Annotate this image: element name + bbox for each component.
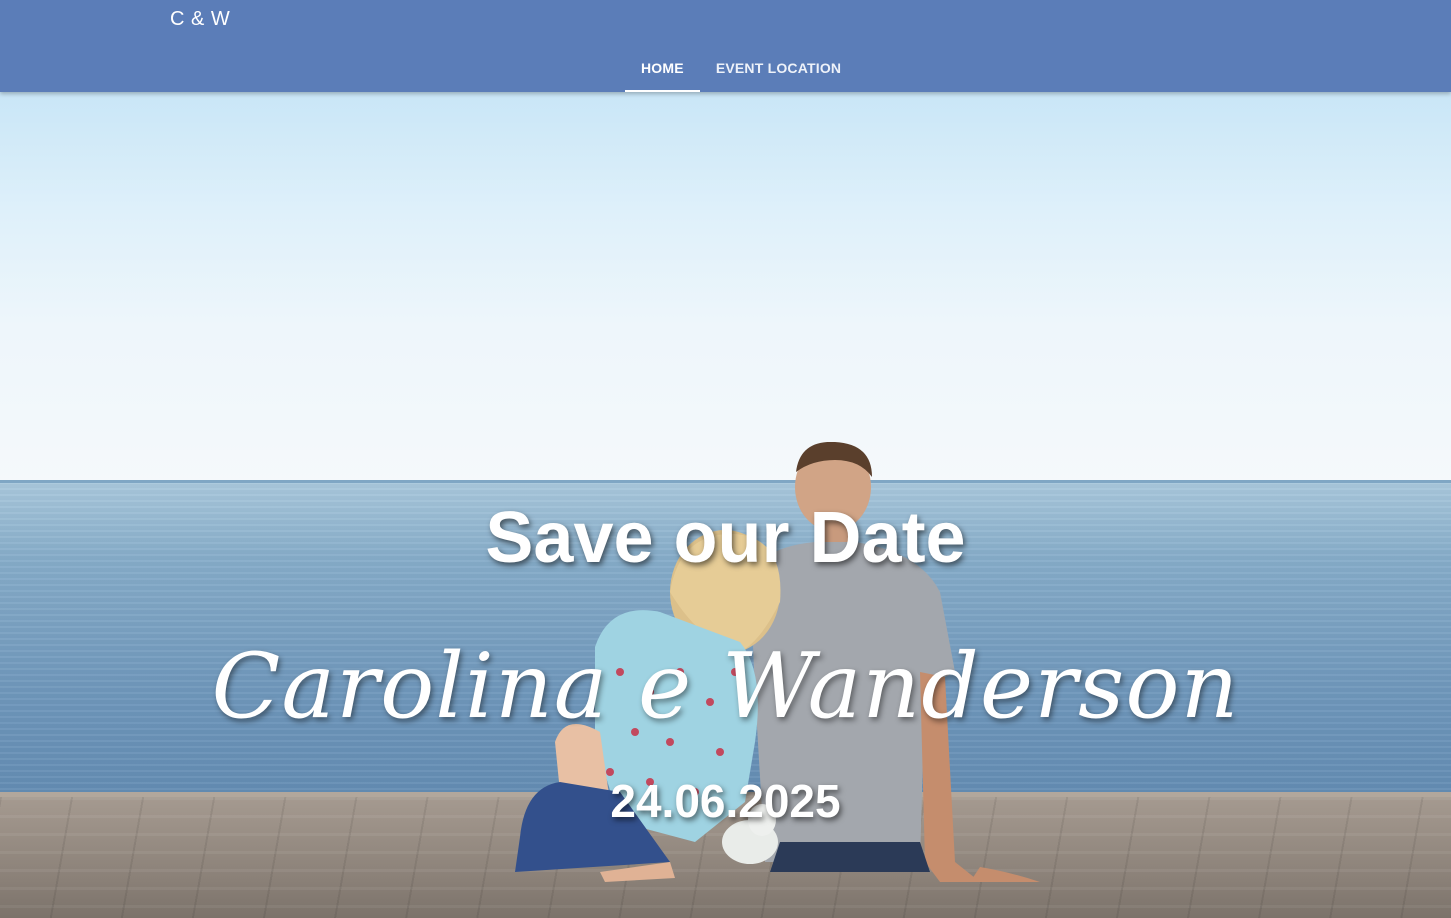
top-navbar: C & W HOME EVENT LOCATION xyxy=(0,0,1451,92)
event-date: 24.06.2025 xyxy=(610,775,841,827)
nav-tabs: HOME EVENT LOCATION xyxy=(625,44,857,92)
hero-text-overlay: Save our Date Carolina e Wanderson 24.06… xyxy=(0,92,1451,918)
page: C & W HOME EVENT LOCATION Save our Date … xyxy=(0,0,1451,918)
active-tab-indicator xyxy=(625,90,700,92)
tab-home[interactable]: HOME xyxy=(625,44,700,92)
tab-event-location[interactable]: EVENT LOCATION xyxy=(700,44,857,92)
couple-names: Carolina e Wanderson xyxy=(211,634,1240,739)
tab-home-label: HOME xyxy=(641,60,684,76)
brand-logo-text[interactable]: C & W xyxy=(170,8,230,31)
tab-event-location-label: EVENT LOCATION xyxy=(715,60,842,76)
hero-headline: Save our Date xyxy=(485,498,966,578)
hero-section: Save our Date Carolina e Wanderson 24.06… xyxy=(0,92,1451,918)
